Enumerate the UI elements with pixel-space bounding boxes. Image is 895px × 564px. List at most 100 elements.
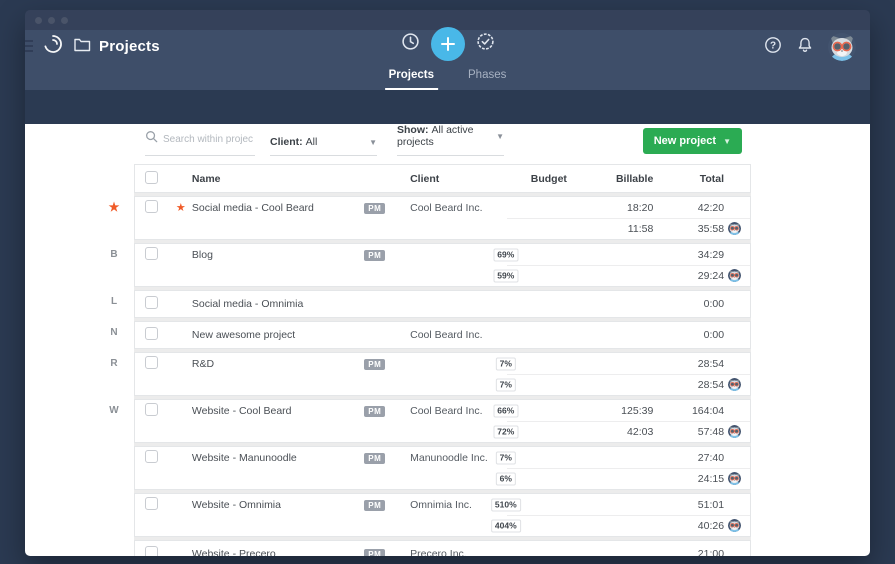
group-favorite-star-icon: ★: [108, 200, 120, 214]
show-filter-dropdown[interactable]: Show: All active projects ▼: [397, 124, 504, 156]
table-header-row: Name Client Budget Billable Total: [94, 164, 870, 193]
column-header-billable[interactable]: Billable: [605, 173, 653, 185]
member-avatar: [728, 425, 741, 438]
traffic-light-dot[interactable]: [61, 16, 68, 24]
app-header: Projects ? Projects Phases: [25, 27, 870, 90]
project-row[interactable]: Website - Precero PM Precero Inc. 21:00: [94, 540, 870, 556]
project-card[interactable]: Website - Cool Beard PM Cool Beard Inc. …: [134, 399, 751, 443]
search-input[interactable]: [163, 133, 253, 145]
member-avatar: [728, 222, 741, 235]
project-manager-badge: PM: [364, 249, 386, 261]
project-card[interactable]: ★ Social media - Cool Beard PM Cool Beard…: [134, 196, 751, 240]
project-row[interactable]: L Social media - Omnimia 0:00: [94, 290, 870, 318]
row-checkbox[interactable]: [145, 355, 158, 369]
client-filter-dropdown[interactable]: Client: All ▼: [270, 136, 377, 156]
billable-value: 42:03: [627, 425, 654, 438]
row-checkbox[interactable]: [145, 246, 158, 260]
help-icon[interactable]: ?: [764, 36, 782, 59]
row-checkbox[interactable]: [145, 199, 158, 213]
show-filter-label: Show:: [397, 124, 429, 136]
new-project-button[interactable]: New project ▼: [642, 128, 742, 154]
project-card[interactable]: Social media - Omnimia 0:00: [134, 290, 751, 318]
project-name: Website - Manunoodle: [191, 451, 297, 464]
row-checkbox[interactable]: [145, 327, 158, 340]
project-manager-badge: PM: [364, 499, 386, 511]
add-button[interactable]: [430, 27, 465, 61]
search-field[interactable]: [145, 130, 255, 156]
total-value: 34:29: [697, 248, 725, 261]
select-all-checkbox[interactable]: [145, 170, 158, 184]
total-value: 35:58: [697, 222, 725, 235]
project-name: Website - Omnimia: [191, 498, 281, 511]
traffic-light-dot[interactable]: [48, 16, 55, 24]
project-name: New awesome project: [191, 329, 296, 341]
project-card[interactable]: Website - Omnimia PM Omnimia Inc. 510% 5…: [134, 493, 751, 537]
traffic-light-dot[interactable]: [35, 16, 42, 24]
row-checkbox[interactable]: [145, 546, 158, 556]
project-manager-badge: PM: [364, 549, 386, 556]
project-manager-badge: PM: [364, 452, 386, 464]
chevron-down-icon: ▼: [369, 137, 377, 147]
notifications-bell-icon[interactable]: [796, 36, 814, 59]
project-manager-badge: PM: [364, 202, 386, 214]
budget-percent-label: 6%: [495, 472, 516, 485]
project-manager-badge: PM: [364, 405, 386, 417]
project-name: Blog: [191, 248, 213, 261]
tab-phases[interactable]: Phases: [464, 69, 510, 90]
budget-percent-label: 59%: [493, 269, 519, 282]
budget-percent-label: 69%: [493, 248, 519, 261]
project-row[interactable]: B Blog PM 69% 34:29 59% 29:24: [94, 243, 870, 287]
client-name: Cool Beard Inc.: [410, 404, 483, 417]
project-name: Website - Cool Beard: [191, 404, 292, 417]
project-row[interactable]: Website - Omnimia PM Omnimia Inc. 510% 5…: [94, 493, 870, 537]
group-label: B: [110, 249, 118, 260]
filter-bar: Client:All ▼ Show:All active projects ▼ …: [145, 124, 742, 156]
client-name: Manunoodle Inc.: [410, 451, 488, 464]
project-card[interactable]: Blog PM 69% 34:29 59% 29:24: [134, 243, 751, 287]
column-header-name[interactable]: Name: [175, 173, 364, 185]
group-label: [94, 446, 134, 490]
budget-percent-label: 7%: [495, 357, 516, 370]
project-manager-badge: PM: [364, 358, 386, 370]
tab-projects[interactable]: Projects: [384, 69, 439, 90]
column-header-client[interactable]: Client: [410, 173, 506, 185]
project-row[interactable]: R R&D PM 7% 28:54 7% 28:54: [94, 352, 870, 396]
member-avatar: [728, 378, 741, 391]
total-value: 57:48: [697, 425, 725, 438]
total-value: 51:01: [697, 498, 725, 511]
project-row[interactable]: ★ ★ Social media - Cool Beard PM Cool Bea…: [94, 196, 870, 240]
group-label: W: [109, 405, 119, 416]
total-value: 28:54: [697, 378, 725, 391]
billable-value: 125:39: [621, 404, 654, 417]
folder-icon: [73, 35, 91, 58]
project-row[interactable]: N New awesome project Cool Beard Inc. 0:…: [94, 321, 870, 349]
tasks-check-icon[interactable]: [476, 32, 495, 56]
client-name: Precero Inc.: [410, 548, 467, 556]
project-row[interactable]: Website - Manunoodle PM Manunoodle Inc. …: [94, 446, 870, 490]
member-avatar: [728, 269, 741, 282]
row-checkbox[interactable]: [145, 296, 158, 309]
favorite-star-icon[interactable]: ★: [176, 201, 192, 214]
row-checkbox[interactable]: [145, 402, 158, 416]
project-card[interactable]: Website - Precero PM Precero Inc. 21:00: [134, 540, 751, 556]
menu-icon[interactable]: [25, 40, 33, 52]
budget-percent-label: 7%: [495, 451, 516, 464]
project-card[interactable]: R&D PM 7% 28:54 7% 28:54: [134, 352, 751, 396]
group-label: L: [110, 296, 118, 307]
project-card[interactable]: New awesome project Cool Beard Inc. 0:00: [134, 321, 751, 349]
timer-clock-icon[interactable]: [401, 32, 420, 56]
search-icon: [145, 130, 158, 148]
budget-percent-label: 510%: [490, 498, 521, 511]
total-value: 27:40: [697, 451, 725, 464]
user-avatar[interactable]: [828, 33, 856, 61]
column-header-total[interactable]: Total: [653, 173, 724, 185]
total-value: 24:15: [697, 472, 725, 485]
row-checkbox[interactable]: [145, 496, 158, 510]
project-card[interactable]: Website - Manunoodle PM Manunoodle Inc. …: [134, 446, 751, 490]
project-row[interactable]: W Website - Cool Beard PM Cool Beard Inc…: [94, 399, 870, 443]
client-name: Cool Beard Inc.: [410, 329, 483, 341]
budget-percent-label: 72%: [493, 425, 519, 438]
member-avatar: [728, 519, 741, 532]
column-header-budget[interactable]: Budget: [506, 173, 606, 185]
row-checkbox[interactable]: [145, 449, 158, 463]
